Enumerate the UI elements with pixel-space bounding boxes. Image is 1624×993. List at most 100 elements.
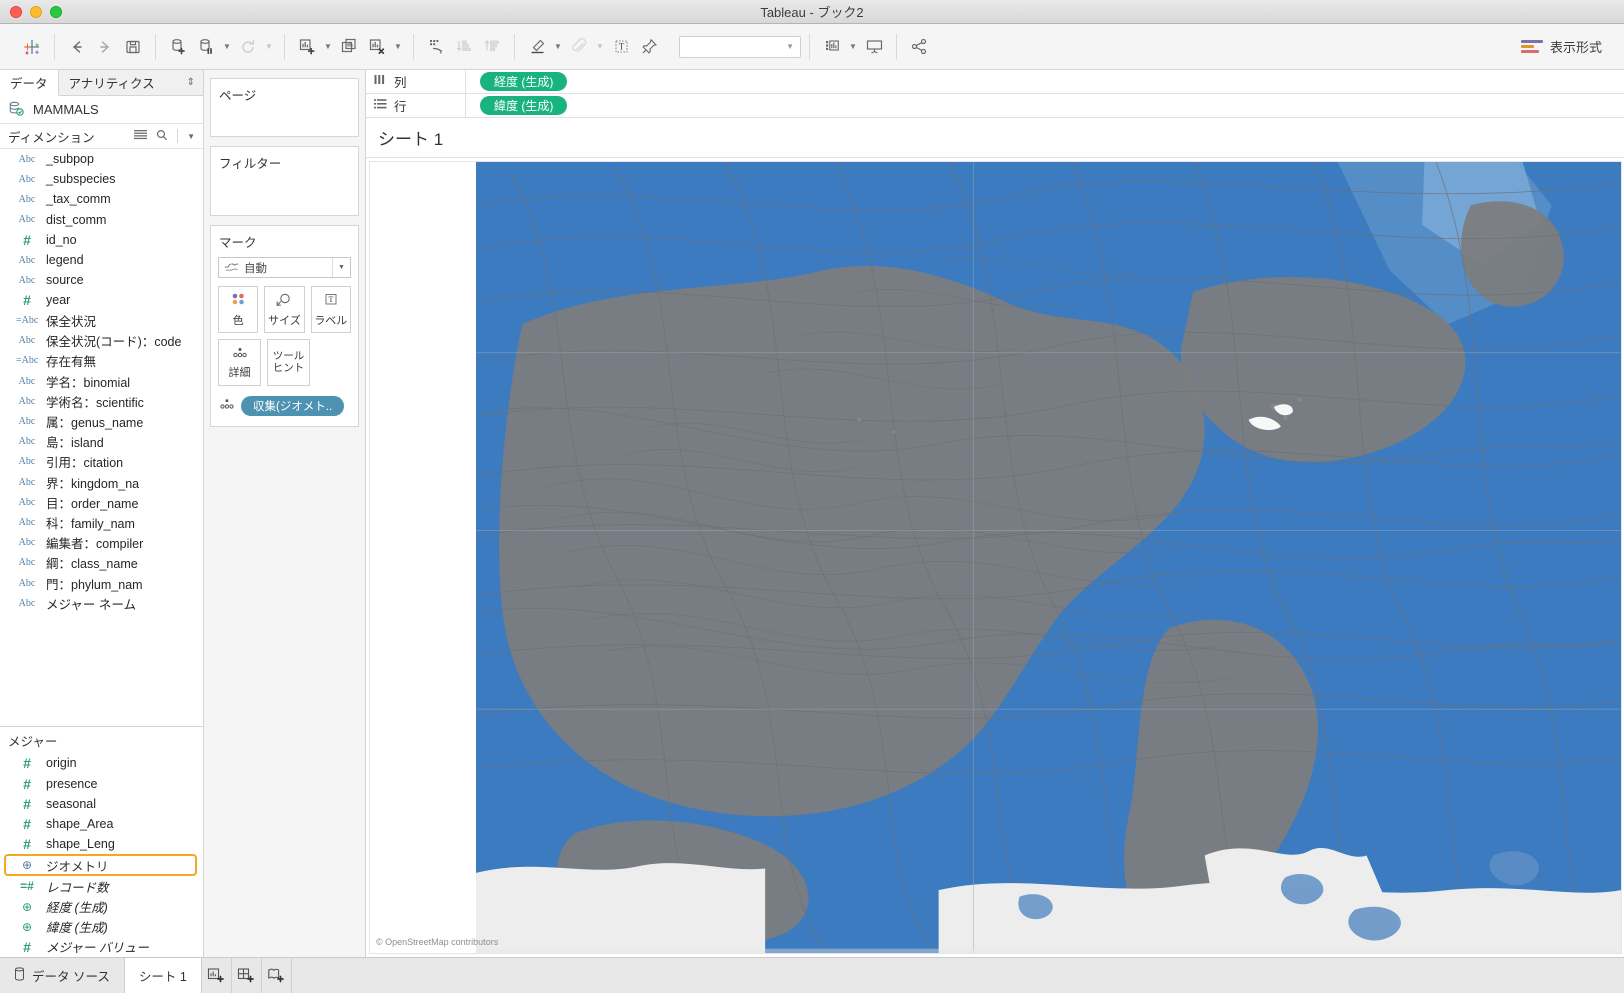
- show-mark-labels-icon[interactable]: T: [608, 34, 634, 60]
- clear-sheet-icon[interactable]: [364, 34, 390, 60]
- dimensions-field[interactable]: Abc 綱：class_name: [0, 553, 203, 573]
- group-paperclip-icon[interactable]: [566, 34, 592, 60]
- dimensions-field[interactable]: # id_no: [0, 230, 203, 250]
- dimensions-field[interactable]: Abc 界：kingdom_na: [0, 472, 203, 492]
- dimensions-field[interactable]: Abc 門：phylum_nam: [0, 573, 203, 593]
- pause-updates-chevron-down-icon[interactable]: ▼: [221, 34, 233, 60]
- measures-field[interactable]: # seasonal: [0, 794, 203, 814]
- data-pane-sort-icon[interactable]: ⇕: [165, 70, 203, 95]
- dimensions-field[interactable]: Abc 編集者：compiler: [0, 533, 203, 553]
- highlight-pen-icon[interactable]: [524, 34, 550, 60]
- marks-geometry-pill[interactable]: 収集(ジオメト..: [241, 396, 345, 416]
- marks-detail-button[interactable]: 詳細: [218, 339, 261, 386]
- dimensions-field[interactable]: Abc dist_comm: [0, 210, 203, 230]
- columns-pill-longitude[interactable]: 経度 (生成): [480, 72, 568, 91]
- map-frame[interactable]: © OpenStreetMap contributors: [369, 161, 1622, 954]
- swap-rows-columns-icon[interactable]: [423, 34, 449, 60]
- dimensions-field[interactable]: =Abc 保全状況: [0, 311, 203, 331]
- new-dashboard-tab-button[interactable]: [232, 958, 262, 993]
- measures-field-highlighted[interactable]: ⊕ ジオメトリ: [4, 854, 197, 877]
- show-hide-cards-icon[interactable]: [819, 34, 845, 60]
- pause-updates-icon[interactable]: [193, 34, 219, 60]
- fit-combo-box[interactable]: ▼: [679, 35, 801, 58]
- refresh-chevron-down-icon[interactable]: ▼: [263, 34, 275, 60]
- refresh-icon[interactable]: [235, 34, 261, 60]
- dimensions-field[interactable]: =Abc 存在有無: [0, 351, 203, 371]
- new-story-tab-button[interactable]: [262, 958, 292, 993]
- dimensions-field[interactable]: Abc 保全状況(コード)：code: [0, 331, 203, 351]
- forward-button[interactable]: [92, 34, 118, 60]
- sort-descending-icon[interactable]: [479, 34, 505, 60]
- show-hide-cards-chevron-down-icon[interactable]: ▼: [847, 34, 859, 60]
- sheet-title[interactable]: シート 1: [378, 125, 443, 150]
- tableau-logo-icon[interactable]: [19, 34, 45, 60]
- measures-field[interactable]: ⊕ 緯度 (生成): [0, 917, 203, 937]
- rows-drop-area[interactable]: 緯度 (生成): [466, 94, 1624, 117]
- tab-sheet-1[interactable]: シート 1: [124, 958, 202, 993]
- marks-type-chevron-down-icon[interactable]: ▼: [332, 258, 350, 277]
- map-canvas[interactable]: [476, 162, 1621, 953]
- marks-type-dropdown[interactable]: 自動 ▼: [218, 257, 351, 278]
- measures-field[interactable]: # メジャー バリュー: [0, 937, 203, 957]
- sort-ascending-icon[interactable]: [451, 34, 477, 60]
- measures-field[interactable]: # shape_Leng: [0, 834, 203, 854]
- dimensions-field[interactable]: Abc 引用：citation: [0, 452, 203, 472]
- dimensions-field[interactable]: Abc 目：order_name: [0, 492, 203, 512]
- tab-analytics[interactable]: アナリティクス: [59, 70, 165, 95]
- dimensions-field[interactable]: Abc _subspecies: [0, 169, 203, 189]
- measures-field[interactable]: # shape_Area: [0, 814, 203, 834]
- clear-sheet-chevron-down-icon[interactable]: ▼: [392, 34, 404, 60]
- hash-type-icon: #: [23, 836, 31, 853]
- label-text-icon: T: [323, 292, 339, 311]
- fit-combo-chevron-down-icon[interactable]: ▼: [786, 42, 794, 51]
- measures-field[interactable]: ⊕ 経度 (生成): [0, 896, 203, 916]
- dimensions-chevron-down-icon[interactable]: ▼: [187, 132, 195, 141]
- abc-type-icon: Abc: [18, 496, 36, 508]
- group-chevron-down-icon[interactable]: ▼: [594, 34, 606, 60]
- dimensions-field[interactable]: Abc legend: [0, 250, 203, 270]
- marks-size-button[interactable]: サイズ: [264, 286, 305, 333]
- new-worksheet-chevron-down-icon[interactable]: ▼: [322, 34, 334, 60]
- dimensions-field[interactable]: Abc 学術名：scientific: [0, 391, 203, 411]
- dimensions-field[interactable]: Abc 科：family_nam: [0, 512, 203, 532]
- highlight-chevron-down-icon[interactable]: ▼: [552, 34, 564, 60]
- filters-card[interactable]: フィルター: [210, 146, 359, 216]
- show-me-control[interactable]: 表示形式: [1520, 37, 1614, 56]
- marks-color-button[interactable]: 色: [218, 286, 259, 333]
- marks-tooltip-button[interactable]: ツール ヒント: [267, 339, 310, 386]
- measures-field[interactable]: # presence: [0, 774, 203, 794]
- rows-pill-latitude[interactable]: 緯度 (生成): [480, 96, 568, 115]
- rows-shelf[interactable]: 行 緯度 (生成): [366, 94, 1624, 118]
- new-worksheet-icon[interactable]: [294, 34, 320, 60]
- dimensions-field[interactable]: Abc _subpop: [0, 149, 203, 169]
- tab-data-source[interactable]: データ ソース: [0, 958, 125, 993]
- pages-card[interactable]: ページ: [210, 78, 359, 137]
- map-svg[interactable]: [476, 162, 1621, 953]
- rows-label: 行: [394, 100, 407, 114]
- new-data-source-icon[interactable]: [165, 34, 191, 60]
- dimensions-field[interactable]: Abc メジャー ネーム: [0, 593, 203, 613]
- new-worksheet-tab-button[interactable]: [202, 958, 232, 993]
- dimensions-field[interactable]: Abc _tax_comm: [0, 189, 203, 209]
- search-icon[interactable]: [156, 129, 168, 144]
- dimensions-field-label: _subpop: [46, 152, 94, 167]
- marks-label-button[interactable]: T ラベル: [310, 286, 351, 333]
- back-button[interactable]: [64, 34, 90, 60]
- dimensions-field[interactable]: Abc 島：island: [0, 432, 203, 452]
- measures-field[interactable]: # origin: [0, 753, 203, 773]
- dimensions-field[interactable]: # year: [0, 290, 203, 310]
- share-icon[interactable]: [906, 34, 932, 60]
- dimensions-field[interactable]: Abc 学名：binomial: [0, 371, 203, 391]
- dimensions-field[interactable]: Abc 属：genus_name: [0, 411, 203, 431]
- fix-axes-pin-icon[interactable]: [636, 34, 662, 60]
- measures-field[interactable]: =# レコード数: [0, 876, 203, 896]
- dimensions-field[interactable]: Abc source: [0, 270, 203, 290]
- presentation-mode-icon[interactable]: [861, 34, 887, 60]
- columns-shelf[interactable]: 列 経度 (生成): [366, 70, 1624, 94]
- datasource-item[interactable]: MAMMALS: [0, 96, 203, 124]
- tab-data[interactable]: データ: [0, 70, 59, 96]
- columns-drop-area[interactable]: 経度 (生成): [466, 70, 1624, 93]
- grid-view-icon[interactable]: [134, 129, 148, 144]
- save-button[interactable]: [120, 34, 146, 60]
- duplicate-sheet-icon[interactable]: [336, 34, 362, 60]
